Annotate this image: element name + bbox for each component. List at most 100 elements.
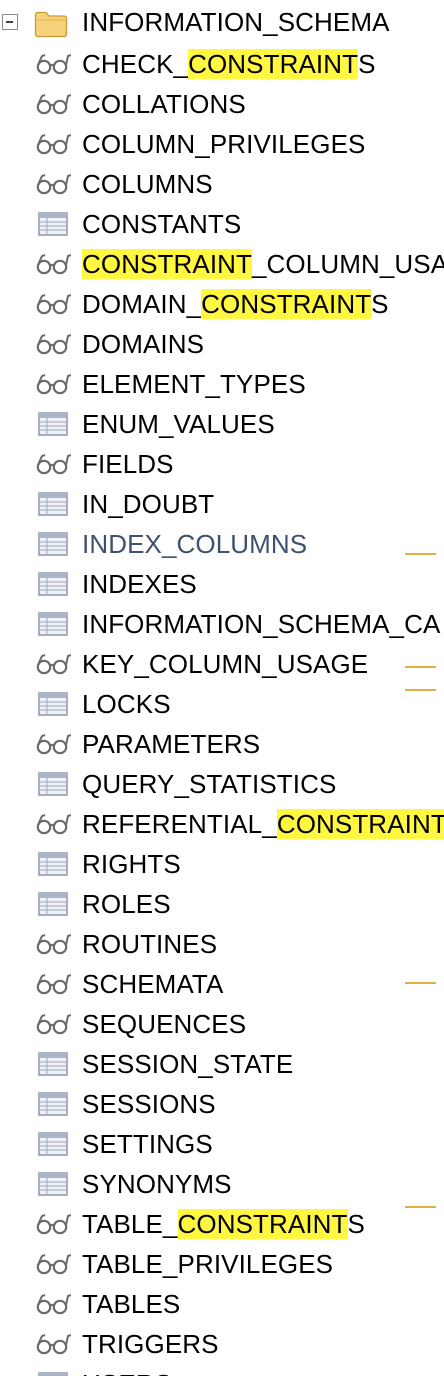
label-text: LOCKS — [82, 689, 171, 719]
tree-root-label: INFORMATION_SCHEMA — [82, 7, 390, 37]
view-icon — [36, 734, 71, 755]
label-text: PARAMETERS — [82, 729, 261, 759]
tree-item-referential-constraints[interactable]: REFERENTIAL_CONSTRAINT — [0, 804, 444, 844]
tree-item-label: REFERENTIAL_CONSTRAINT — [82, 804, 444, 844]
label-text: CONSTANTS — [82, 209, 242, 239]
collapse-toggle-icon[interactable] — [2, 14, 18, 30]
tree-item-label: RIGHTS — [82, 844, 181, 884]
tree-item-sessions[interactable]: SESSIONS — [0, 1084, 444, 1124]
view-icon — [36, 54, 71, 75]
label-text: ROLES — [82, 889, 171, 919]
tree-item-roles[interactable]: ROLES — [0, 884, 444, 924]
tree-item-routines[interactable]: ROUTINES — [0, 924, 444, 964]
tree-item-label: USERS — [82, 1364, 172, 1376]
label-text: DOMAIN_ — [82, 289, 202, 319]
label-text: RIGHTS — [82, 849, 181, 879]
tree-item-schemata[interactable]: SCHEMATA — [0, 964, 444, 1004]
overview-ruler-marker — [405, 982, 436, 984]
table-icon — [38, 1372, 68, 1376]
tree-item-label: COLUMNS — [82, 164, 213, 204]
tree-root-information-schema[interactable]: INFORMATION_SCHEMA — [0, 2, 444, 42]
table-icon — [38, 892, 68, 916]
search-match-highlight: CONSTRAINT — [82, 249, 252, 279]
table-icon — [38, 412, 68, 436]
tree-item-domains[interactable]: DOMAINS — [0, 324, 444, 364]
tree-item-triggers[interactable]: TRIGGERS — [0, 1324, 444, 1364]
view-icon — [36, 1014, 71, 1035]
table-icon — [38, 1172, 68, 1196]
view-icon — [36, 974, 71, 995]
label-text: INFORMATION_SCHEMA_CA — [82, 609, 441, 639]
label-text: SESSION_STATE — [82, 1049, 294, 1079]
tree-item-table-constraints[interactable]: TABLE_CONSTRAINTS — [0, 1204, 444, 1244]
tree-item-index-columns[interactable]: INDEX_COLUMNS — [0, 524, 444, 564]
tree-item-label: SESSION_STATE — [82, 1044, 293, 1084]
tree-item-information-schema-catalog[interactable]: INFORMATION_SCHEMA_CA — [0, 604, 444, 644]
tree-item-collations[interactable]: COLLATIONS — [0, 84, 444, 124]
tree-item-locks[interactable]: LOCKS — [0, 684, 444, 724]
tree-item-label: SESSIONS — [82, 1084, 216, 1124]
tree-item-label: IN_DOUBT — [82, 484, 214, 524]
tree-item-query-statistics[interactable]: QUERY_STATISTICS — [0, 764, 444, 804]
tree-item-domain-constraints[interactable]: DOMAIN_CONSTRAINTS — [0, 284, 444, 324]
view-icon — [36, 294, 71, 315]
table-icon — [38, 1092, 68, 1116]
label-text: TABLES — [82, 1289, 181, 1319]
tree-item-rights[interactable]: RIGHTS — [0, 844, 444, 884]
tree-item-sequences[interactable]: SEQUENCES — [0, 1004, 444, 1044]
tree-item-label: ELEMENT_TYPES — [82, 364, 306, 404]
tree-item-session-state[interactable]: SESSION_STATE — [0, 1044, 444, 1084]
tree-item-table-privileges[interactable]: TABLE_PRIVILEGES — [0, 1244, 444, 1284]
label-text: COLUMNS — [82, 169, 213, 199]
tree-item-column-privileges[interactable]: COLUMN_PRIVILEGES — [0, 124, 444, 164]
label-text: INDEXES — [82, 569, 197, 599]
label-text: INDEX_COLUMNS — [82, 529, 308, 559]
tree-item-label: SEQUENCES — [82, 1004, 246, 1044]
table-icon — [38, 692, 68, 716]
tree-item-label: SETTINGS — [82, 1124, 213, 1164]
tree-item-indexes[interactable]: INDEXES — [0, 564, 444, 604]
label-text: DOMAINS — [82, 329, 205, 359]
tree-item-fields[interactable]: FIELDS — [0, 444, 444, 484]
tree-item-synonyms[interactable]: SYNONYMS — [0, 1164, 444, 1204]
tree-item-element-types[interactable]: ELEMENT_TYPES — [0, 364, 444, 404]
tree-item-columns[interactable]: COLUMNS — [0, 164, 444, 204]
tree-item-label: INDEX_COLUMNS — [82, 524, 307, 564]
view-icon — [36, 654, 71, 675]
tree-item-tables[interactable]: TABLES — [0, 1284, 444, 1324]
tree-item-label: INFORMATION_SCHEMA_CA — [82, 604, 440, 644]
tree-item-label: CONSTANTS — [82, 204, 241, 244]
view-icon — [36, 94, 71, 115]
label-text: TABLE_ — [82, 1209, 178, 1239]
tree-item-label: PARAMETERS — [82, 724, 260, 764]
tree-item-enum-values[interactable]: ENUM_VALUES — [0, 404, 444, 444]
tree-item-constraint-column-usage[interactable]: CONSTRAINT_COLUMN_USA — [0, 244, 444, 284]
tree-item-label: DOMAIN_CONSTRAINTS — [82, 284, 389, 324]
label-text: S — [347, 1209, 365, 1239]
tree-item-key-column-usage[interactable]: KEY_COLUMN_USAGE — [0, 644, 444, 684]
view-icon — [36, 254, 71, 275]
table-icon — [38, 1052, 68, 1076]
overview-ruler-marker — [405, 666, 436, 668]
tree-item-label: CHECK_CONSTRAINTS — [82, 44, 376, 84]
label-text: ROUTINES — [82, 929, 218, 959]
object-explorer-tree: INFORMATION_SCHEMA CHECK_CONSTRAINTS COLL… — [0, 0, 444, 1376]
tree-item-parameters[interactable]: PARAMETERS — [0, 724, 444, 764]
search-match-highlight: CONSTRAINT — [177, 1209, 348, 1239]
search-match-highlight: CONSTRAINT — [188, 49, 359, 79]
tree-item-label: TABLES — [82, 1284, 180, 1324]
tree-item-label: TRIGGERS — [82, 1324, 219, 1364]
label-text: QUERY_STATISTICS — [82, 769, 337, 799]
tree-item-check-constraints[interactable]: CHECK_CONSTRAINTS — [0, 44, 444, 84]
tree-item-constants[interactable]: CONSTANTS — [0, 204, 444, 244]
view-icon — [36, 454, 71, 475]
table-icon — [38, 612, 68, 636]
tree-item-users[interactable]: USERS — [0, 1364, 444, 1376]
tree-item-label: SYNONYMS — [82, 1164, 232, 1204]
tree-item-label: INDEXES — [82, 564, 197, 604]
overview-ruler-marker — [405, 553, 436, 555]
tree-item-in-doubt[interactable]: IN_DOUBT — [0, 484, 444, 524]
tree-item-settings[interactable]: SETTINGS — [0, 1124, 444, 1164]
tree-item-label: ROUTINES — [82, 924, 217, 964]
label-text: SESSIONS — [82, 1089, 216, 1119]
